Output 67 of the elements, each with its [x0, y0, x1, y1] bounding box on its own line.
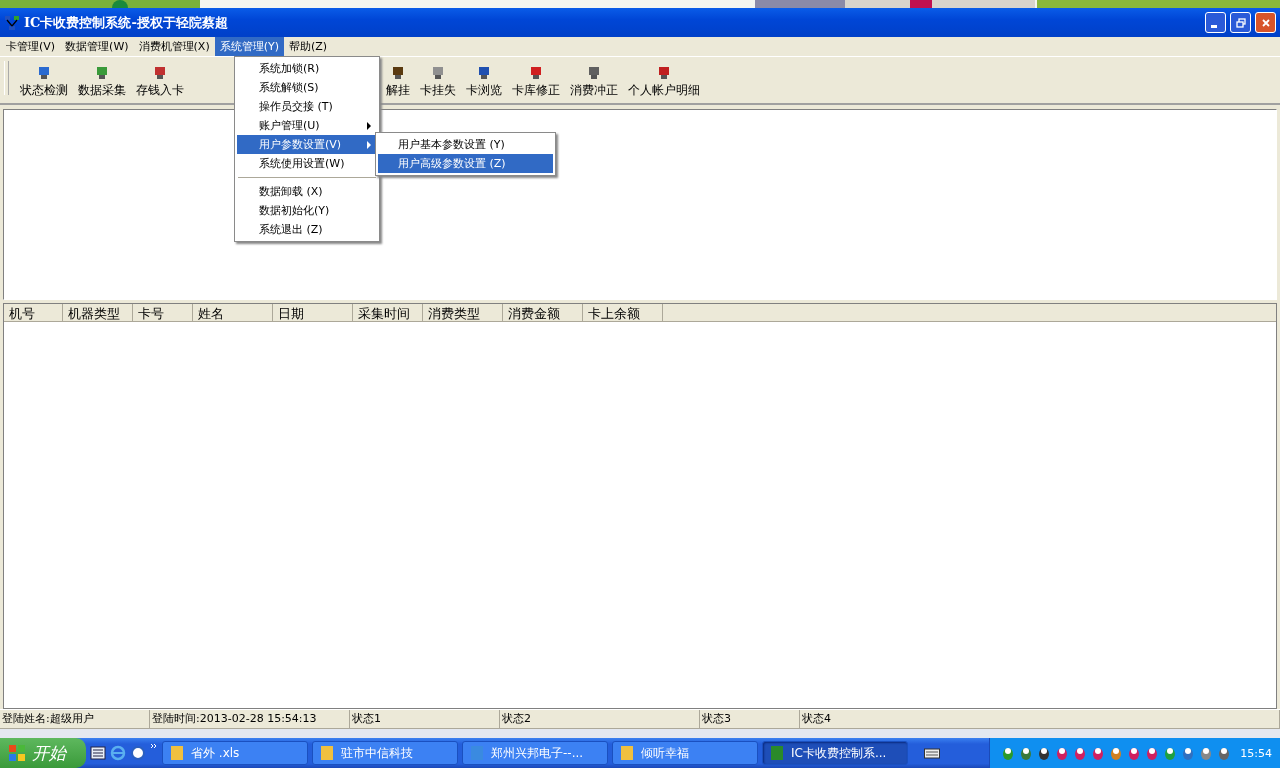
monitor-icon: [476, 65, 492, 81]
menu-item[interactable]: 用户基本参数设置 (Y): [378, 135, 553, 154]
column-header[interactable]: 日期: [273, 304, 353, 322]
menu-item[interactable]: 系统解锁(S): [237, 78, 377, 97]
menu-item[interactable]: 系统使用设置(W): [237, 154, 377, 173]
chevron-icon[interactable]: [150, 743, 158, 751]
document-icon: [169, 745, 185, 761]
close-icon: [1260, 17, 1271, 28]
close-button[interactable]: [1255, 12, 1276, 33]
toolbar-button[interactable]: 卡库修正: [507, 65, 565, 99]
document-icon: [619, 745, 635, 761]
menu-item[interactable]: 用户参数设置(V): [237, 135, 377, 154]
submenu-arrow-icon: [367, 121, 371, 130]
submenu-arrow-icon: [367, 140, 371, 149]
windows-logo-icon: [8, 744, 26, 762]
toolbar-button[interactable]: 解挂: [381, 65, 415, 99]
desktop-icon[interactable]: [90, 745, 106, 761]
network-icon: [4, 14, 20, 31]
menu-item[interactable]: 数据初始化(Y): [237, 201, 377, 220]
minimize-icon: [1210, 25, 1217, 28]
monitor-icon: [528, 65, 544, 81]
column-header[interactable]: 采集时间: [353, 304, 423, 322]
column-header[interactable]: 消费金额: [503, 304, 583, 322]
minimize-button[interactable]: [1205, 12, 1226, 33]
menu-item[interactable]: 用户高级参数设置 (Z): [378, 154, 553, 173]
clock: 15:54: [1240, 746, 1272, 760]
menu-item[interactable]: 卡管理(V): [1, 37, 61, 56]
monitor-icon: [36, 65, 52, 81]
taskbar-button[interactable]: 倾听幸福: [612, 741, 758, 765]
menu-item[interactable]: 账户管理(U): [237, 116, 377, 135]
taskbar-button[interactable]: IC卡收费控制系...: [762, 741, 908, 765]
monitor-icon: [390, 65, 406, 81]
column-header[interactable]: 消费类型: [423, 304, 503, 322]
menu-item[interactable]: 操作员交接 (T): [237, 97, 377, 116]
taskbar-button[interactable]: 驻市中信科技: [312, 741, 458, 765]
toolbar-button[interactable]: 数据采集: [73, 65, 131, 99]
document-icon: [319, 745, 335, 761]
toolbar-button[interactable]: 卡浏览: [461, 65, 507, 99]
toolbar-button[interactable]: 存钱入卡: [131, 65, 189, 99]
menu-item[interactable]: 数据卸载 (X): [237, 182, 377, 201]
monitor-icon: [430, 65, 446, 81]
column-header[interactable]: 机器类型: [63, 304, 133, 322]
document-icon: [769, 745, 785, 761]
restore-icon: [1235, 17, 1246, 28]
monitor-icon: [586, 65, 602, 81]
taskbar-button[interactable]: 省外 .xls: [162, 741, 308, 765]
column-header[interactable]: 卡号: [133, 304, 193, 322]
column-header[interactable]: 姓名: [193, 304, 273, 322]
menu-item[interactable]: 帮助(Z): [284, 37, 333, 56]
monitor-icon: [152, 65, 168, 81]
menu-item[interactable]: 数据管理(W): [60, 37, 134, 56]
toolbar-button[interactable]: 个人帐户明细: [623, 65, 705, 99]
menu-item[interactable]: 消费机管理(X): [133, 37, 215, 56]
monitor-icon: [94, 65, 110, 81]
menu-item[interactable]: 系统加锁(R): [237, 59, 377, 78]
toolbar-button[interactable]: 消费冲正: [565, 65, 623, 99]
column-header[interactable]: 机号: [4, 304, 63, 322]
window-title: IC卡收费控制系统-授权于轻院蔡超: [24, 13, 228, 32]
toolbar-button[interactable]: 状态检测: [15, 65, 73, 99]
menu-item[interactable]: 系统管理(Y): [214, 37, 284, 56]
toolbar-button[interactable]: 卡挂失: [415, 65, 461, 99]
monitor-icon: [656, 65, 672, 81]
keyboard-icon[interactable]: [924, 747, 940, 759]
restore-button[interactable]: [1230, 12, 1251, 33]
taskbar-button[interactable]: 郑州兴邦电子--...: [462, 741, 608, 765]
menu-item[interactable]: 系统退出 (Z): [237, 220, 377, 239]
column-header[interactable]: 卡上余额: [583, 304, 663, 322]
